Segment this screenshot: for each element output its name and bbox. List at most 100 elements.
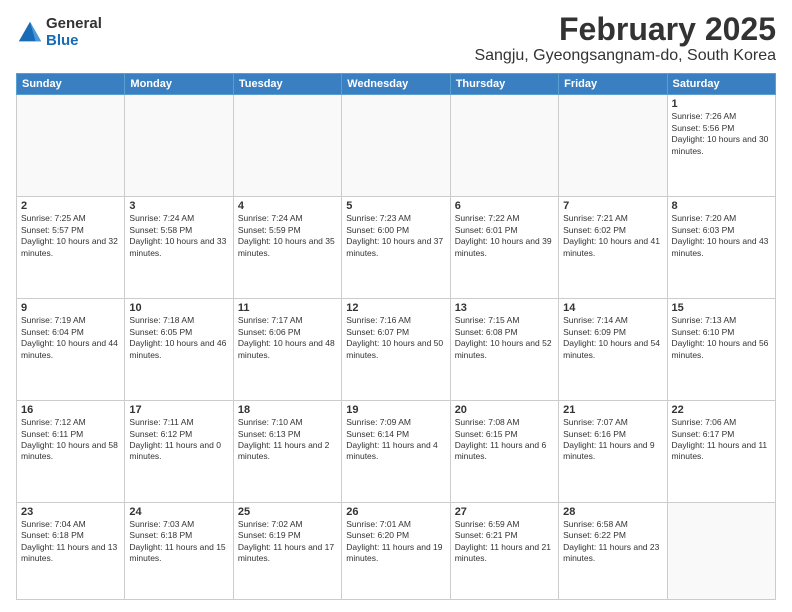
day-cell: 5Sunrise: 7:23 AM Sunset: 6:00 PM Daylig… xyxy=(342,197,450,299)
day-info: Sunrise: 7:16 AM Sunset: 6:07 PM Dayligh… xyxy=(346,315,445,361)
day-number: 20 xyxy=(455,404,554,416)
day-cell: 18Sunrise: 7:10 AM Sunset: 6:13 PM Dayli… xyxy=(233,401,341,503)
day-cell xyxy=(125,95,233,197)
calendar: SundayMondayTuesdayWednesdayThursdayFrid… xyxy=(16,73,776,600)
day-number: 3 xyxy=(129,200,228,212)
day-cell: 20Sunrise: 7:08 AM Sunset: 6:15 PM Dayli… xyxy=(450,401,558,503)
day-info: Sunrise: 7:13 AM Sunset: 6:10 PM Dayligh… xyxy=(672,315,771,361)
day-cell xyxy=(559,95,667,197)
day-info: Sunrise: 7:20 AM Sunset: 6:03 PM Dayligh… xyxy=(672,213,771,259)
header-row: SundayMondayTuesdayWednesdayThursdayFrid… xyxy=(17,74,776,95)
week-row-2: 2Sunrise: 7:25 AM Sunset: 5:57 PM Daylig… xyxy=(17,197,776,299)
logo: General Blue xyxy=(16,16,102,49)
title-block: February 2025 Sangju, Gyeongsangnam-do, … xyxy=(474,12,776,65)
day-info: Sunrise: 7:09 AM Sunset: 6:14 PM Dayligh… xyxy=(346,417,445,463)
day-info: Sunrise: 7:08 AM Sunset: 6:15 PM Dayligh… xyxy=(455,417,554,463)
day-cell: 23Sunrise: 7:04 AM Sunset: 6:18 PM Dayli… xyxy=(17,503,125,600)
day-cell: 9Sunrise: 7:19 AM Sunset: 6:04 PM Daylig… xyxy=(17,299,125,401)
day-header-tuesday: Tuesday xyxy=(233,74,341,95)
day-number: 5 xyxy=(346,200,445,212)
day-cell: 27Sunrise: 6:59 AM Sunset: 6:21 PM Dayli… xyxy=(450,503,558,600)
day-info: Sunrise: 6:59 AM Sunset: 6:21 PM Dayligh… xyxy=(455,519,554,565)
day-number: 2 xyxy=(21,200,120,212)
day-number: 23 xyxy=(21,506,120,518)
day-info: Sunrise: 7:24 AM Sunset: 5:59 PM Dayligh… xyxy=(238,213,337,259)
day-number: 15 xyxy=(672,302,771,314)
month-title: February 2025 xyxy=(474,12,776,47)
day-number: 11 xyxy=(238,302,337,314)
day-info: Sunrise: 7:21 AM Sunset: 6:02 PM Dayligh… xyxy=(563,213,662,259)
week-row-1: 1Sunrise: 7:26 AM Sunset: 5:56 PM Daylig… xyxy=(17,95,776,197)
day-header-thursday: Thursday xyxy=(450,74,558,95)
day-info: Sunrise: 7:01 AM Sunset: 6:20 PM Dayligh… xyxy=(346,519,445,565)
day-info: Sunrise: 7:25 AM Sunset: 5:57 PM Dayligh… xyxy=(21,213,120,259)
day-number: 13 xyxy=(455,302,554,314)
day-cell: 4Sunrise: 7:24 AM Sunset: 5:59 PM Daylig… xyxy=(233,197,341,299)
day-number: 1 xyxy=(672,98,771,110)
day-info: Sunrise: 7:14 AM Sunset: 6:09 PM Dayligh… xyxy=(563,315,662,361)
logo-text: General Blue xyxy=(46,16,102,49)
day-cell xyxy=(667,503,775,600)
day-header-wednesday: Wednesday xyxy=(342,74,450,95)
day-cell: 13Sunrise: 7:15 AM Sunset: 6:08 PM Dayli… xyxy=(450,299,558,401)
day-info: Sunrise: 7:12 AM Sunset: 6:11 PM Dayligh… xyxy=(21,417,120,463)
day-info: Sunrise: 7:04 AM Sunset: 6:18 PM Dayligh… xyxy=(21,519,120,565)
day-info: Sunrise: 7:24 AM Sunset: 5:58 PM Dayligh… xyxy=(129,213,228,259)
day-cell: 10Sunrise: 7:18 AM Sunset: 6:05 PM Dayli… xyxy=(125,299,233,401)
day-number: 28 xyxy=(563,506,662,518)
day-number: 27 xyxy=(455,506,554,518)
day-header-saturday: Saturday xyxy=(667,74,775,95)
logo-icon xyxy=(16,19,44,47)
page: General Blue February 2025 Sangju, Gyeon… xyxy=(0,0,792,612)
day-cell xyxy=(450,95,558,197)
day-cell: 8Sunrise: 7:20 AM Sunset: 6:03 PM Daylig… xyxy=(667,197,775,299)
day-info: Sunrise: 7:06 AM Sunset: 6:17 PM Dayligh… xyxy=(672,417,771,463)
day-header-monday: Monday xyxy=(125,74,233,95)
day-cell: 2Sunrise: 7:25 AM Sunset: 5:57 PM Daylig… xyxy=(17,197,125,299)
day-header-friday: Friday xyxy=(559,74,667,95)
day-number: 9 xyxy=(21,302,120,314)
day-number: 10 xyxy=(129,302,228,314)
day-info: Sunrise: 7:02 AM Sunset: 6:19 PM Dayligh… xyxy=(238,519,337,565)
day-cell: 3Sunrise: 7:24 AM Sunset: 5:58 PM Daylig… xyxy=(125,197,233,299)
day-info: Sunrise: 7:18 AM Sunset: 6:05 PM Dayligh… xyxy=(129,315,228,361)
day-cell: 1Sunrise: 7:26 AM Sunset: 5:56 PM Daylig… xyxy=(667,95,775,197)
day-cell: 11Sunrise: 7:17 AM Sunset: 6:06 PM Dayli… xyxy=(233,299,341,401)
day-info: Sunrise: 7:22 AM Sunset: 6:01 PM Dayligh… xyxy=(455,213,554,259)
day-info: Sunrise: 7:17 AM Sunset: 6:06 PM Dayligh… xyxy=(238,315,337,361)
day-info: Sunrise: 7:19 AM Sunset: 6:04 PM Dayligh… xyxy=(21,315,120,361)
day-info: Sunrise: 7:11 AM Sunset: 6:12 PM Dayligh… xyxy=(129,417,228,463)
day-cell: 24Sunrise: 7:03 AM Sunset: 6:18 PM Dayli… xyxy=(125,503,233,600)
day-cell: 7Sunrise: 7:21 AM Sunset: 6:02 PM Daylig… xyxy=(559,197,667,299)
day-number: 8 xyxy=(672,200,771,212)
logo-blue: Blue xyxy=(46,33,102,50)
day-number: 14 xyxy=(563,302,662,314)
day-number: 19 xyxy=(346,404,445,416)
week-row-5: 23Sunrise: 7:04 AM Sunset: 6:18 PM Dayli… xyxy=(17,503,776,600)
day-number: 7 xyxy=(563,200,662,212)
day-cell: 26Sunrise: 7:01 AM Sunset: 6:20 PM Dayli… xyxy=(342,503,450,600)
day-info: Sunrise: 7:26 AM Sunset: 5:56 PM Dayligh… xyxy=(672,111,771,157)
day-cell: 22Sunrise: 7:06 AM Sunset: 6:17 PM Dayli… xyxy=(667,401,775,503)
day-number: 6 xyxy=(455,200,554,212)
day-number: 16 xyxy=(21,404,120,416)
week-row-3: 9Sunrise: 7:19 AM Sunset: 6:04 PM Daylig… xyxy=(17,299,776,401)
header: General Blue February 2025 Sangju, Gyeon… xyxy=(16,12,776,65)
day-number: 26 xyxy=(346,506,445,518)
day-cell xyxy=(342,95,450,197)
week-row-4: 16Sunrise: 7:12 AM Sunset: 6:11 PM Dayli… xyxy=(17,401,776,503)
day-info: Sunrise: 7:15 AM Sunset: 6:08 PM Dayligh… xyxy=(455,315,554,361)
day-number: 21 xyxy=(563,404,662,416)
day-header-sunday: Sunday xyxy=(17,74,125,95)
day-cell: 17Sunrise: 7:11 AM Sunset: 6:12 PM Dayli… xyxy=(125,401,233,503)
day-cell: 25Sunrise: 7:02 AM Sunset: 6:19 PM Dayli… xyxy=(233,503,341,600)
day-cell: 28Sunrise: 6:58 AM Sunset: 6:22 PM Dayli… xyxy=(559,503,667,600)
day-info: Sunrise: 7:10 AM Sunset: 6:13 PM Dayligh… xyxy=(238,417,337,463)
day-number: 22 xyxy=(672,404,771,416)
day-cell: 15Sunrise: 7:13 AM Sunset: 6:10 PM Dayli… xyxy=(667,299,775,401)
day-number: 12 xyxy=(346,302,445,314)
day-cell xyxy=(17,95,125,197)
day-info: Sunrise: 7:23 AM Sunset: 6:00 PM Dayligh… xyxy=(346,213,445,259)
day-info: Sunrise: 7:03 AM Sunset: 6:18 PM Dayligh… xyxy=(129,519,228,565)
day-cell: 14Sunrise: 7:14 AM Sunset: 6:09 PM Dayli… xyxy=(559,299,667,401)
